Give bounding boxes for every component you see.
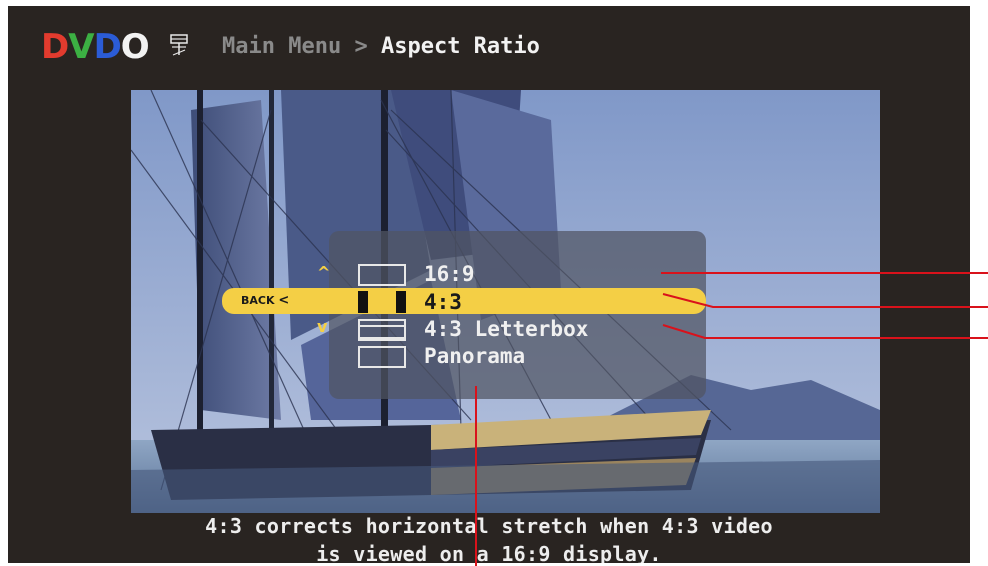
callout-line-4-3 (662, 293, 988, 308)
callout-lines (475, 272, 988, 566)
callout-line-letterbox (662, 324, 988, 339)
